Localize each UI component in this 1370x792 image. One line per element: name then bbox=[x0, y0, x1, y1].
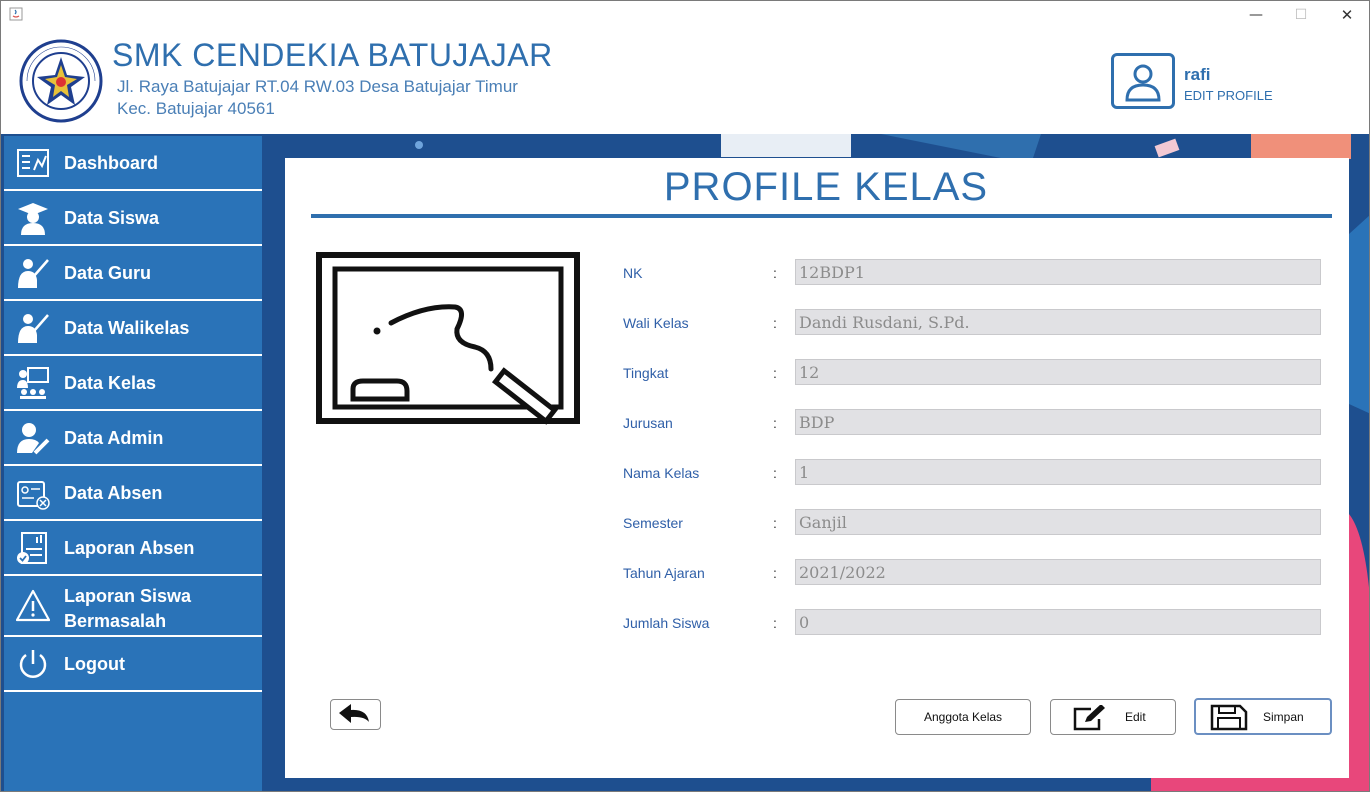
field-colon: : bbox=[773, 315, 777, 331]
dashboard-icon bbox=[17, 149, 49, 177]
power-icon bbox=[19, 650, 47, 678]
sidebar-item-data-siswa[interactable]: Data Siswa bbox=[4, 191, 262, 246]
close-button[interactable]: ✕ bbox=[1335, 5, 1359, 25]
simpan-label: Simpan bbox=[1263, 710, 1304, 724]
nk-field[interactable] bbox=[795, 259, 1321, 285]
classroom-icon bbox=[17, 367, 49, 399]
field-colon: : bbox=[773, 415, 777, 431]
jumlah-siswa-field[interactable] bbox=[795, 609, 1321, 635]
sidebar-item-dashboard[interactable]: Dashboard bbox=[4, 136, 262, 191]
field-label-tahun-ajaran: Tahun Ajaran bbox=[623, 565, 705, 581]
field-colon: : bbox=[773, 565, 777, 581]
simpan-button[interactable]: Simpan bbox=[1194, 698, 1332, 735]
anggota-kelas-button[interactable]: Anggota Kelas bbox=[895, 699, 1031, 735]
school-logo bbox=[19, 39, 103, 123]
field-label-semester: Semester bbox=[623, 515, 683, 531]
nama-kelas-field[interactable] bbox=[795, 459, 1321, 485]
anggota-kelas-label: Anggota Kelas bbox=[923, 710, 1003, 724]
sidebar-item-data-guru[interactable]: Data Guru bbox=[4, 246, 262, 301]
wali-kelas-field[interactable] bbox=[795, 309, 1321, 335]
admin-icon bbox=[17, 423, 50, 455]
sidebar-item-laporan-absen[interactable]: Laporan Absen bbox=[4, 521, 262, 576]
back-button[interactable] bbox=[330, 699, 381, 730]
warning-icon bbox=[16, 589, 50, 622]
edit-icon bbox=[1073, 705, 1105, 731]
sidebar-item-label: Data Guru bbox=[64, 263, 152, 283]
edit-profile-link[interactable]: EDIT PROFILE bbox=[1184, 88, 1273, 103]
sidebar-item-data-walikelas[interactable]: Data Walikelas bbox=[4, 301, 262, 356]
sidebar-item-data-admin[interactable]: Data Admin bbox=[4, 411, 262, 466]
field-label-nk: NK bbox=[623, 265, 643, 281]
tingkat-field[interactable] bbox=[795, 359, 1321, 385]
field-colon: : bbox=[773, 365, 777, 381]
school-address-line2: Kec. Batujajar 40561 bbox=[117, 99, 275, 118]
sidebar-item-label: Data Kelas bbox=[64, 373, 157, 393]
teacher-icon bbox=[18, 259, 49, 288]
sidebar-item-label: Laporan Absen bbox=[64, 538, 195, 558]
attendance-icon bbox=[17, 481, 50, 510]
sidebar-item-laporan-siswa-bermasalah[interactable]: Laporan Siswa Bermasalah bbox=[4, 577, 262, 637]
field-label-nama-kelas: Nama Kelas bbox=[623, 465, 700, 481]
report-icon bbox=[17, 532, 47, 564]
minimize-button[interactable]: — bbox=[1244, 5, 1268, 25]
semester-field[interactable] bbox=[795, 509, 1321, 535]
field-label-jurusan: Jurusan bbox=[623, 415, 673, 431]
edit-label: Edit bbox=[1125, 710, 1146, 724]
sidebar-item-logout[interactable]: Logout bbox=[4, 637, 262, 692]
back-arrow-icon bbox=[339, 704, 369, 723]
app-window: — ☐ ✕ SMK CENDEKIA BATUJAJAR Jl. Raya Ba… bbox=[0, 0, 1370, 792]
title-divider bbox=[311, 214, 1332, 218]
java-app-icon bbox=[9, 7, 23, 21]
maximize-button[interactable]: ☐ bbox=[1289, 5, 1313, 25]
save-icon bbox=[1210, 704, 1248, 731]
sidebar-item-label: Logout bbox=[64, 654, 125, 674]
field-colon: : bbox=[773, 465, 777, 481]
field-colon: : bbox=[773, 515, 777, 531]
school-name: SMK CENDEKIA BATUJAJAR bbox=[112, 37, 553, 73]
sidebar-item-label: Data Absen bbox=[64, 483, 163, 503]
user-profile-icon[interactable] bbox=[1111, 53, 1175, 109]
sidebar-item-label: Data Admin bbox=[64, 428, 164, 448]
jurusan-field[interactable] bbox=[795, 409, 1321, 435]
title-bar: — ☐ ✕ bbox=[1, 1, 1369, 31]
sidebar-item-data-kelas[interactable]: Data Kelas bbox=[4, 356, 262, 411]
sidebar-item-label: Data Walikelas bbox=[64, 318, 190, 338]
school-address-line1: Jl. Raya Batujajar RT.04 RW.03 Desa Batu… bbox=[117, 77, 518, 96]
field-colon: : bbox=[773, 615, 777, 631]
blackboard-icon bbox=[316, 252, 580, 425]
page-title: PROFILE KELAS bbox=[663, 165, 989, 209]
field-colon: : bbox=[773, 265, 777, 281]
field-label-tingkat: Tingkat bbox=[623, 365, 669, 381]
field-label-jumlah-siswa: Jumlah Siswa bbox=[623, 615, 710, 631]
sidebar-item-label: Dashboard bbox=[64, 153, 159, 173]
field-label-wali-kelas: Wali Kelas bbox=[623, 315, 689, 331]
homeroom-teacher-icon bbox=[18, 314, 49, 343]
tahun-ajaran-field[interactable] bbox=[795, 559, 1321, 585]
sidebar-item-data-absen[interactable]: Data Absen bbox=[4, 466, 262, 521]
student-icon bbox=[18, 203, 48, 235]
edit-button[interactable]: Edit bbox=[1050, 699, 1176, 735]
sidebar-item-label: Laporan Siswa Bermasalah bbox=[64, 586, 192, 631]
user-name: rafi bbox=[1184, 65, 1211, 84]
sidebar-item-label: Data Siswa bbox=[64, 208, 160, 228]
